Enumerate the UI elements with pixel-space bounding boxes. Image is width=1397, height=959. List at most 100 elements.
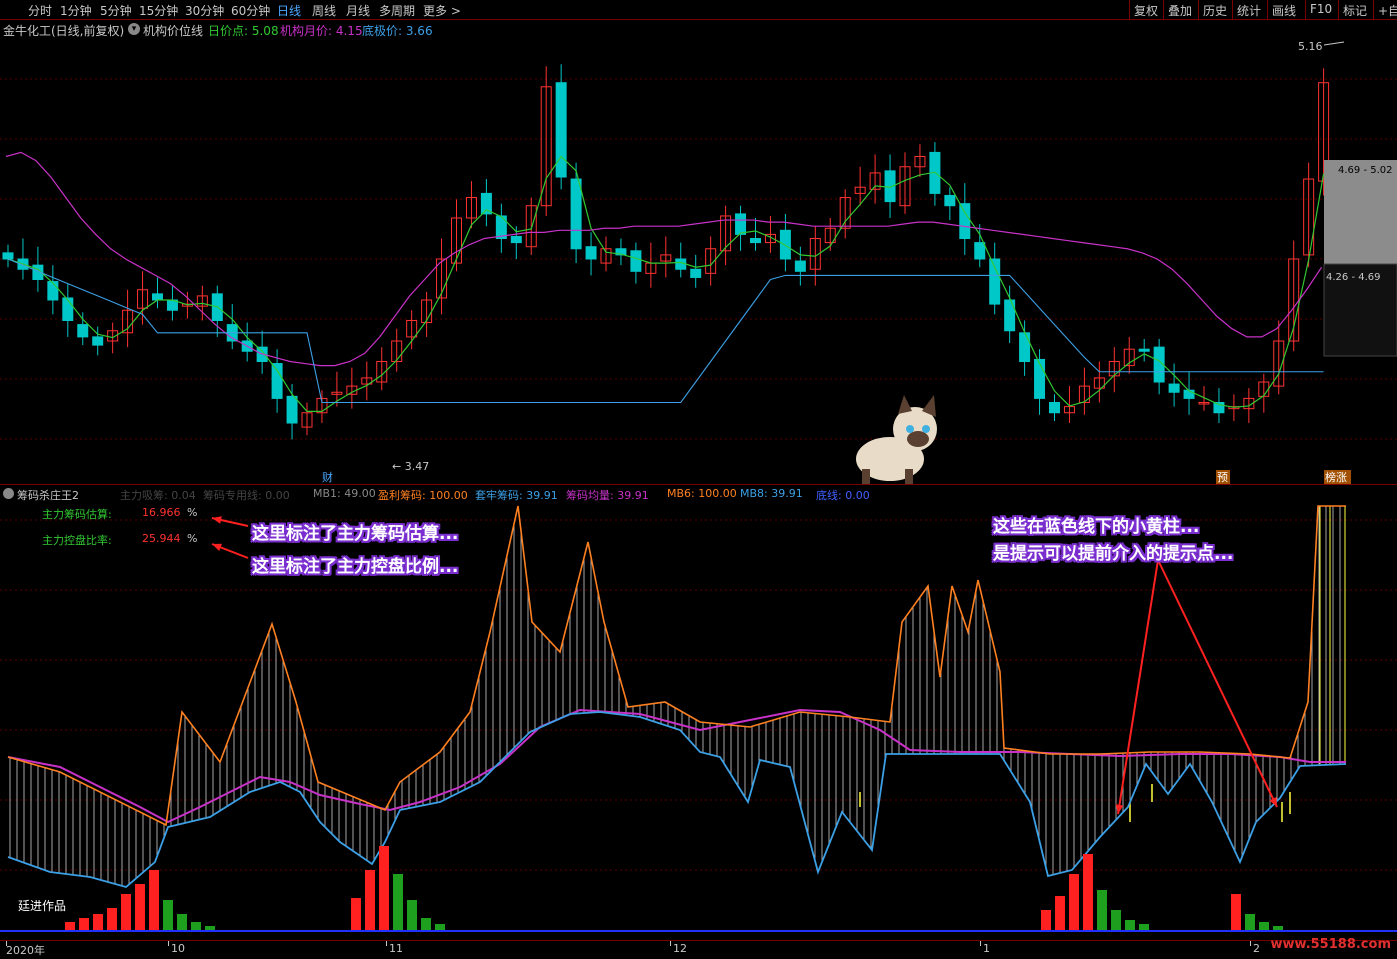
candle-body xyxy=(690,268,702,278)
mb8-label: MB8: 39.91 xyxy=(740,487,803,500)
period-tab-10[interactable]: 更多 > xyxy=(423,2,461,19)
volume-bar xyxy=(121,894,131,930)
toolbar-separator xyxy=(1163,0,1164,20)
callout-yellow-bars-1: 这些在蓝色线下的小黄柱... xyxy=(993,517,1200,537)
mb1-label: MB1: 49.00 xyxy=(313,487,376,500)
volume-bar xyxy=(1259,922,1269,930)
callout-arrow xyxy=(1157,559,1278,808)
low-price-label: ← 3.47 xyxy=(392,460,429,473)
volume-bar xyxy=(1111,910,1121,930)
period-tab-0[interactable]: 分时 xyxy=(28,2,52,19)
toolbar-separator xyxy=(1267,0,1268,20)
axis-tick xyxy=(670,941,671,946)
band-upper-label: 4.69 - 5.02 xyxy=(1338,165,1393,176)
volume-bar xyxy=(1245,914,1255,930)
institution-cost-line xyxy=(5,151,1323,367)
sub-settings-icon[interactable] xyxy=(3,488,14,499)
period-tab-3[interactable]: 15分钟 xyxy=(139,2,178,19)
daily-price-label: 日价点: 5.08 xyxy=(208,24,279,38)
volume-bar xyxy=(191,922,201,930)
candle-body xyxy=(944,194,956,207)
tool-button-3[interactable]: 统计 xyxy=(1237,2,1261,19)
axis-label-4: 1 xyxy=(983,942,990,955)
indicator-info-bar: 金牛化工(日线,前复权) ▾ 机构价位线 日价点: 5.08 机构月价: 4.1… xyxy=(0,21,1397,39)
tool-button-4[interactable]: 画线 xyxy=(1272,2,1296,19)
volume-bar xyxy=(79,918,89,930)
volume-bar xyxy=(205,926,215,930)
candle-body xyxy=(1168,383,1180,393)
cat-eye-right xyxy=(922,425,930,433)
candle-body xyxy=(286,395,298,424)
axis-label-0: 2020年 xyxy=(6,944,45,957)
tool-button-0[interactable]: 复权 xyxy=(1134,2,1158,19)
toolbar-separator xyxy=(1198,0,1199,20)
period-tab-4[interactable]: 30分钟 xyxy=(185,2,224,19)
est-ctrl-pct: % xyxy=(187,532,198,545)
volume-bar xyxy=(351,898,361,930)
period-tab-6[interactable]: 日线 xyxy=(277,2,301,19)
faded-label-2: 筹码专用线: 0.00 xyxy=(203,489,290,502)
candlestick-chart[interactable]: 5.16 ← 3.47 4.69 - 5.02 4.26 - 4.69 财 预 榜涨 xyxy=(0,39,1397,484)
period-tab-8[interactable]: 月线 xyxy=(346,2,370,19)
toolbar-separator xyxy=(1338,0,1339,20)
candle-body xyxy=(974,242,986,260)
volume-bar xyxy=(1097,890,1107,930)
indicator-name[interactable]: 机构价位线 xyxy=(143,22,203,39)
period-tab-1[interactable]: 1分钟 xyxy=(60,2,92,19)
axis-tick xyxy=(1250,941,1251,946)
volume-bar xyxy=(1055,896,1065,930)
est-chip-pct: % xyxy=(187,506,198,519)
period-tab-9[interactable]: 多周期 xyxy=(379,2,415,19)
est-chip-label: 主力筹码估算: xyxy=(42,508,112,521)
volume-bar xyxy=(393,874,403,930)
candle-body xyxy=(750,238,761,244)
period-tab-5[interactable]: 60分钟 xyxy=(231,2,270,19)
chip-indicator-chart[interactable] xyxy=(0,502,1397,940)
period-tab-2[interactable]: 5分钟 xyxy=(100,2,132,19)
volume-bar xyxy=(365,870,375,930)
high-price-arrow xyxy=(1323,41,1345,46)
axis-tick xyxy=(168,941,169,946)
candle-body xyxy=(152,293,163,301)
band-lower-label: 4.26 - 4.69 xyxy=(1326,272,1381,283)
tool-button-5[interactable]: F10 xyxy=(1310,2,1332,16)
tool-button-6[interactable]: 标记 xyxy=(1343,2,1367,19)
sub-indicator-title[interactable]: 筹码杀庄王2 xyxy=(17,487,79,503)
candle-body xyxy=(1049,402,1060,414)
bottom-line-label: 底线: 0.00 xyxy=(816,489,870,502)
volume-bar xyxy=(65,922,75,930)
tool-button-7[interactable]: +自选 xyxy=(1378,2,1397,19)
candle-body xyxy=(77,324,89,338)
candle-body xyxy=(92,336,104,346)
volume-bar xyxy=(1231,894,1241,930)
volume-bar xyxy=(1083,854,1093,930)
axis-tick xyxy=(386,941,387,946)
time-axis: 2020年 10 11 12 1 2 xyxy=(0,940,1397,959)
tool-button-1[interactable]: 叠加 xyxy=(1168,2,1192,19)
candle-body xyxy=(510,235,522,244)
candle-body xyxy=(1138,348,1150,352)
volume-bar xyxy=(93,914,103,930)
toolbar-separator xyxy=(1305,0,1306,20)
avg-chip-label: 筹码均量: 39.91 xyxy=(566,489,649,502)
axis-label-3: 12 xyxy=(673,942,687,955)
axis-label-5: 2 xyxy=(1253,942,1260,955)
callout-control-ratio: 这里标注了主力控盘比例... xyxy=(252,557,459,577)
axis-label-2: 11 xyxy=(389,942,403,955)
cat-leg xyxy=(862,469,870,484)
bottom-price-label: 底极价: 3.66 xyxy=(362,24,433,38)
candle-body xyxy=(555,82,567,178)
callout-yellow-bars-2: 是提示可以提前介入的提示点... xyxy=(993,544,1234,564)
cat-eye-left xyxy=(906,425,914,433)
cat-leg xyxy=(905,469,913,484)
toolbar-separator xyxy=(1232,0,1233,20)
author-label: 廷进作品 xyxy=(18,899,67,913)
settings-circle-icon[interactable]: ▾ xyxy=(128,23,140,35)
callout-arrowhead xyxy=(212,543,222,551)
tool-button-2[interactable]: 历史 xyxy=(1203,2,1227,19)
period-tab-7[interactable]: 周线 xyxy=(312,2,336,19)
period-toolbar: 分时 1分钟 5分钟 15分钟 30分钟 60分钟 日线 周线 月线 多周期 更多 > 复权 叠加 历史统… xyxy=(0,0,1397,20)
volume-bar xyxy=(149,870,159,930)
marker-yu: 预 xyxy=(1217,471,1228,484)
cat-ear-left xyxy=(898,395,912,414)
